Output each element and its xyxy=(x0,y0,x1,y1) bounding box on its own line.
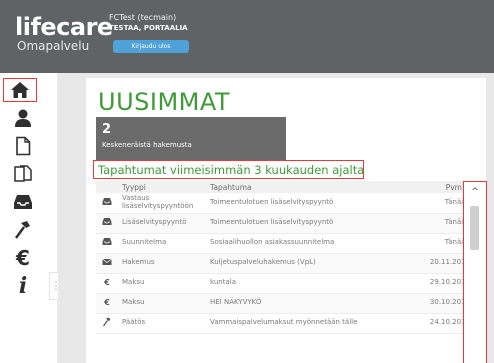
user-organization: TESTAA, PORTAALIA xyxy=(109,24,188,32)
table-row[interactable]: Vastaus lisäselvityspyyntöön Toimeentulo… xyxy=(96,193,474,214)
sidebar-item-info[interactable]: i xyxy=(10,274,36,298)
euro-icon: € xyxy=(104,297,110,307)
table-row[interactable]: Suunnitelma Sosiaalihuollon asiakassuunn… xyxy=(96,233,474,254)
inbox-icon xyxy=(102,197,112,205)
pending-label: Keskeneräistä hakemusta xyxy=(102,141,192,149)
row-event: Kuljetuspalveluhakemus (VpL) xyxy=(206,253,402,274)
row-event: Sosiaalihuollon asiakassuunnitelma xyxy=(206,233,402,254)
table-row[interactable]: Hakemus Kuljetuspalveluhakemus (VpL) 20.… xyxy=(96,253,474,274)
app-header: lifecare Omapalvelu FCTest (tecmain) TES… xyxy=(0,0,494,73)
sidebar-item-home[interactable] xyxy=(3,78,37,102)
euro-icon: € xyxy=(104,277,110,287)
row-type: Maksu xyxy=(118,293,206,314)
envelope-icon xyxy=(102,258,112,265)
section-heading-box: Tapahtumat viimeisimmän 3 kuukauden ajal… xyxy=(93,160,364,179)
page-title: UUSIMMAT xyxy=(98,88,231,116)
inbox-icon xyxy=(13,193,33,211)
brand-logo: lifecare xyxy=(15,13,113,41)
table-scrollbar[interactable]: ^ xyxy=(463,181,487,363)
sidebar-item-applications[interactable] xyxy=(10,134,36,158)
gavel-icon xyxy=(103,317,111,327)
brand-subtitle: Omapalvelu xyxy=(17,39,90,53)
events-table: Tyyppi Tapahtuma Pvm Vastaus lisäselvity… xyxy=(96,181,474,334)
row-type: Lisäselvityspyyntö xyxy=(118,213,206,234)
inbox-icon xyxy=(102,218,112,226)
euro-icon: € xyxy=(16,246,30,270)
row-type: Maksu xyxy=(118,273,206,294)
sidebar-item-messages[interactable] xyxy=(10,190,36,214)
inbox-icon xyxy=(102,238,112,246)
content-panel: UUSIMMAT 2 Keskeneräistä hakemusta Tapah… xyxy=(86,78,486,363)
row-event: Toimeentulotuen lisäselvityspyyntö xyxy=(206,193,402,214)
info-icon: i xyxy=(18,273,28,299)
row-type: Hakemus xyxy=(118,253,206,274)
table-header-event: Tapahtuma xyxy=(206,181,402,193)
table-row[interactable]: € Maksu HEI NÄKYVYKÖ 30.10.2014 xyxy=(96,293,474,314)
row-icon-cell xyxy=(96,233,118,254)
row-event: Vammaispalvelumaksut myönnetään tälle xyxy=(206,313,402,334)
table-row[interactable]: Lisäselvityspyyntö Toimeentulotuen lisäs… xyxy=(96,213,474,234)
row-icon-cell xyxy=(96,213,118,234)
pending-applications-box[interactable]: 2 Keskeneräistä hakemusta xyxy=(96,117,286,161)
row-icon-cell xyxy=(96,313,118,334)
row-icon-cell: € xyxy=(96,293,118,314)
person-icon xyxy=(13,108,33,128)
sidebar: € i ⋮ xyxy=(0,73,61,363)
row-icon-cell xyxy=(96,193,118,214)
document-icon xyxy=(14,136,32,156)
row-icon-cell xyxy=(96,253,118,274)
home-icon xyxy=(10,81,30,99)
table-header-type: Tyyppi xyxy=(118,181,206,193)
pending-count: 2 xyxy=(102,122,112,137)
section-title: Tapahtumat viimeisimmän 3 kuukauden ajal… xyxy=(98,163,365,177)
table-header-icon xyxy=(96,181,118,193)
logout-button[interactable]: Kirjaudu ulos xyxy=(113,40,189,53)
row-type: Suunnitelma xyxy=(118,233,206,254)
table-header-row: Tyyppi Tapahtuma Pvm xyxy=(96,181,474,193)
documents-icon xyxy=(13,164,33,184)
sidebar-item-documents[interactable] xyxy=(10,162,36,186)
row-event: kuntala xyxy=(206,273,402,294)
sidebar-item-profile[interactable] xyxy=(10,106,36,130)
table-row[interactable]: Päätös Vammaispalvelumaksut myönnetään t… xyxy=(96,313,474,334)
main-area: UUSIMMAT 2 Keskeneräistä hakemusta Tapah… xyxy=(58,73,494,363)
sidebar-item-tasks[interactable] xyxy=(10,218,36,242)
table-row[interactable]: € Maksu kuntala 29.10.2014 xyxy=(96,273,474,294)
row-icon-cell: € xyxy=(96,273,118,294)
row-type: Vastaus lisäselvityspyyntöön xyxy=(118,193,206,214)
scroll-thumb[interactable] xyxy=(470,206,479,250)
sidebar-item-payments[interactable]: € xyxy=(10,246,36,270)
row-event: Toimeentulotuen lisäselvityspyyntö xyxy=(206,213,402,234)
hammer-icon xyxy=(13,220,33,240)
scroll-up-arrow-icon[interactable]: ^ xyxy=(469,186,481,198)
row-type: Päätös xyxy=(118,313,206,334)
row-event: HEI NÄKYVYKÖ xyxy=(206,293,402,314)
user-name: FCTest (tecmain) xyxy=(109,13,177,22)
